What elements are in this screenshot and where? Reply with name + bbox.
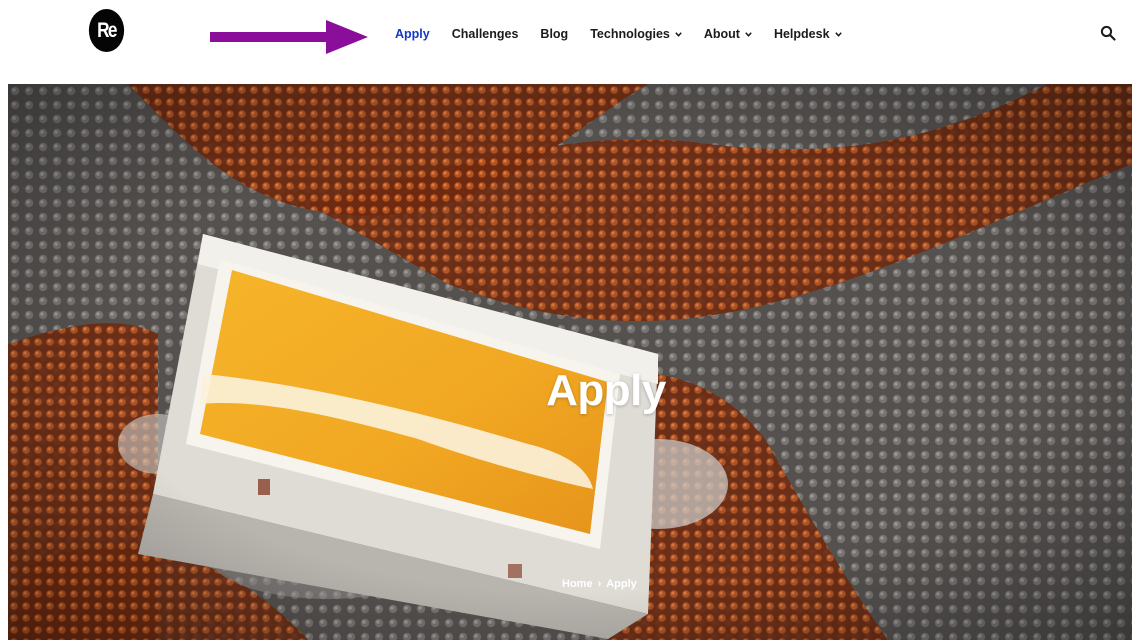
nav-item-label: Helpdesk bbox=[773, 27, 830, 41]
search-icon[interactable] bbox=[1100, 25, 1116, 41]
nav-item-blog[interactable]: Blog bbox=[540, 27, 568, 41]
nav-item-label: Challenges bbox=[451, 27, 519, 41]
nav-item-challenges[interactable]: Challenges bbox=[452, 27, 519, 41]
chevron-down-icon bbox=[834, 31, 842, 37]
hero-background-image bbox=[8, 84, 1132, 640]
chevron-down-icon bbox=[745, 31, 752, 37]
nav-item-label: Technologies bbox=[590, 27, 670, 41]
annotation-arrow-icon bbox=[210, 20, 368, 54]
breadcrumb-separator: › bbox=[597, 578, 602, 590]
breadcrumb-home-link[interactable]: Home bbox=[562, 578, 593, 590]
nav-item-helpdesk[interactable]: Helpdesk bbox=[774, 27, 842, 41]
nav-item-apply[interactable]: Apply bbox=[395, 27, 430, 41]
nav-item-about[interactable]: About bbox=[704, 27, 752, 41]
nav-item-technologies[interactable]: Technologies bbox=[590, 27, 682, 41]
breadcrumb-current: Apply bbox=[606, 578, 637, 590]
breadcrumb: Home › Apply bbox=[562, 578, 637, 590]
nav-item-label: Blog bbox=[540, 27, 569, 41]
chevron-down-icon bbox=[675, 31, 682, 37]
page-title: Apply bbox=[546, 366, 666, 415]
nav-item-label: About bbox=[703, 27, 740, 41]
main-nav: Apply Challenges Blog Technologies About bbox=[395, 22, 864, 46]
nav-item-label: Apply bbox=[395, 27, 430, 41]
site-logo[interactable]: Re bbox=[88, 9, 125, 52]
hero-banner: Apply Home › Apply bbox=[8, 84, 1132, 640]
site-header: Re Apply Challenges Blog Technologies Ab… bbox=[0, 0, 1132, 84]
page: Re Apply Challenges Blog Technologies Ab… bbox=[0, 0, 1132, 640]
